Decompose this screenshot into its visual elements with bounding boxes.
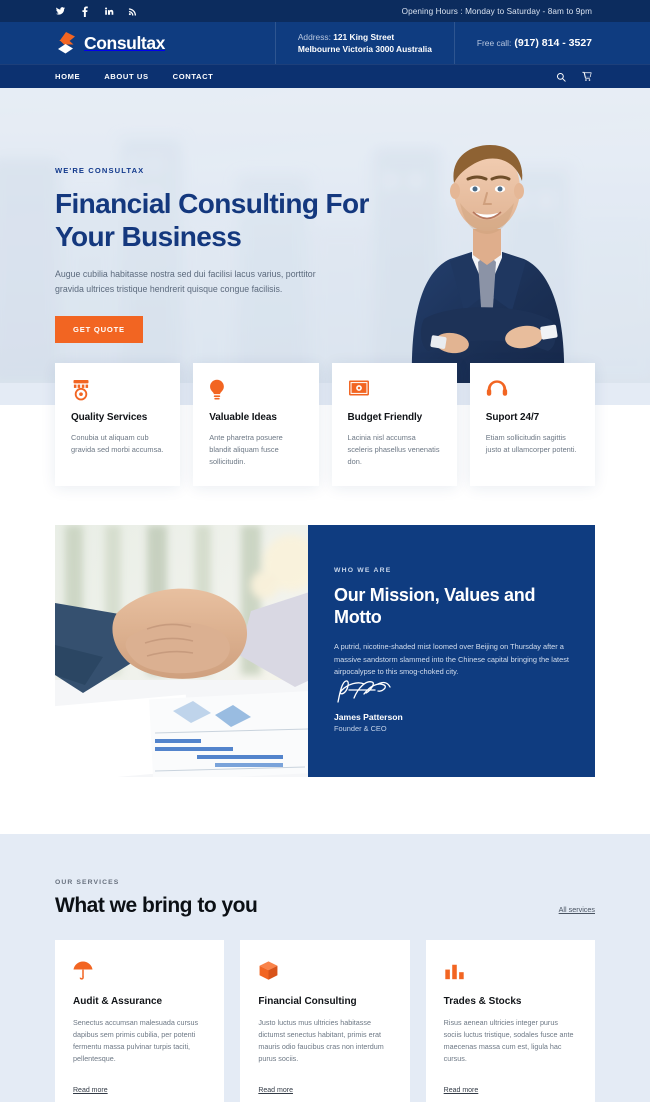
logo-text: Consultax (84, 32, 165, 53)
service-title: Audit & Assurance (73, 996, 163, 1007)
mission-section: WHO WE ARE Our Mission, Values and Motto… (0, 480, 650, 834)
feature-card-support-24-7[interactable]: Suport 24/7 Etiam sollicitudin sagittis … (469, 363, 595, 486)
box-icon (258, 960, 391, 982)
feature-card-budget-friendly[interactable]: Budget Friendly Lacinia nisl accumsa sce… (331, 363, 457, 486)
free-call-label: Free call: (476, 38, 512, 48)
feature-text: Conubia ut aliquam cub gravida sed morbi… (71, 433, 164, 454)
services-title: What we bring to you (55, 894, 258, 917)
lightbulb-icon (209, 379, 302, 401)
top-bar: Opening Hours : Monday to Saturday - 8am… (0, 0, 650, 22)
header-address: Address: 121 King Street Melbourne Victo… (274, 22, 455, 64)
feature-text: Lacinia nisl accumsa sceleris phasellus … (347, 433, 440, 466)
site-header: Consultax Address: 121 King Street Melbo… (0, 22, 650, 64)
service-cards: Audit & Assurance Senectus accumsan male… (55, 940, 595, 1102)
cart-icon[interactable] (582, 71, 592, 82)
social-links (55, 5, 138, 17)
bar-chart-icon (444, 960, 577, 982)
address-line-1: 121 King Street (333, 31, 395, 42)
hero-section: WE'RE CONSULTAX Financial Consulting For… (0, 88, 650, 383)
hero-subtitle: Augue cubilia habitasse nostra sed dui f… (55, 269, 316, 294)
linkedin-icon[interactable] (103, 6, 114, 17)
opening-hours: Opening Hours : Monday to Saturday - 8am… (401, 6, 592, 16)
feature-card-valuable-ideas[interactable]: Valuable Ideas Ante pharetra posuere bla… (193, 363, 319, 486)
mission-signature-block: James Patterson Founder & CEO (334, 678, 403, 733)
feature-title: Valuable Ideas (209, 412, 277, 423)
umbrella-icon (73, 960, 206, 982)
service-text: Senectus accumsan malesuada cursus dapib… (73, 1018, 199, 1063)
service-text: Justo luctus mus ultricies habitasse dic… (258, 1018, 384, 1063)
read-more-link[interactable]: Read more (258, 1087, 293, 1094)
feature-title: Budget Friendly (347, 412, 423, 423)
person-name: James Patterson (334, 712, 403, 722)
person-role: Founder & CEO (334, 724, 387, 733)
phone-number[interactable]: (917) 814 - 3527 (514, 37, 592, 49)
service-card-financial-consulting[interactable]: Financial Consulting Justo luctus mus ul… (240, 940, 410, 1102)
hero-eyebrow: WE'RE CONSULTAX (55, 166, 145, 175)
mission-eyebrow: WHO WE ARE (334, 567, 392, 574)
services-eyebrow: OUR SERVICES (55, 879, 120, 886)
headset-icon (486, 379, 579, 401)
nav-item-contact[interactable]: CONTACT (173, 72, 214, 81)
read-more-link[interactable]: Read more (73, 1087, 108, 1094)
mission-title: Our Mission, Values and Motto (334, 585, 536, 627)
read-more-link[interactable]: Read more (444, 1087, 479, 1094)
feature-cards-band: Quality Services Conubia ut aliquam cub … (0, 363, 650, 486)
address-line-2: Melbourne Victoria 3000 Australia (297, 44, 432, 54)
page-root: Opening Hours : Monday to Saturday - 8am… (0, 0, 650, 1102)
nav-items: HOME ABOUT US CONTACT (55, 72, 213, 81)
feature-text: Ante pharetra posuere blandit aliquam fu… (209, 433, 283, 466)
get-quote-button[interactable]: GET QUOTE (55, 316, 143, 343)
hero-content: WE'RE CONSULTAX Financial Consulting For… (55, 166, 385, 343)
services-header: OUR SERVICES What we bring to you All se… (55, 879, 595, 918)
mission-copy: WHO WE ARE Our Mission, Values and Motto… (308, 525, 595, 777)
service-card-audit-assurance[interactable]: Audit & Assurance Senectus accumsan male… (55, 940, 225, 1102)
signature-icon (334, 678, 403, 709)
main-nav: HOME ABOUT US CONTACT (0, 64, 650, 88)
header-phone: Free call: (917) 814 - 3527 (455, 22, 592, 64)
hero-title: Financial Consulting For Your Business (55, 188, 369, 252)
service-title: Financial Consulting (258, 996, 357, 1007)
nav-actions (556, 71, 592, 82)
nav-item-home[interactable]: HOME (55, 72, 80, 81)
logo[interactable]: Consultax (55, 22, 165, 64)
service-card-trades-stocks[interactable]: Trades & Stocks Risus aenean ultricies i… (425, 940, 595, 1102)
facebook-icon[interactable] (79, 5, 90, 17)
medal-icon (71, 379, 164, 401)
hero-person-photo (411, 145, 565, 383)
twitter-icon[interactable] (55, 6, 66, 17)
all-services-link[interactable]: All services (559, 905, 595, 918)
mission-block: WHO WE ARE Our Mission, Values and Motto… (55, 525, 595, 777)
money-icon (348, 379, 441, 401)
feature-title: Suport 24/7 (485, 412, 540, 423)
nav-item-about-us[interactable]: ABOUT US (104, 72, 148, 81)
feature-cards: Quality Services Conubia ut aliquam cub … (55, 363, 595, 486)
address-label: Address: (297, 31, 331, 42)
logo-mark-icon (55, 31, 77, 55)
feature-card-quality-services[interactable]: Quality Services Conubia ut aliquam cub … (55, 363, 181, 486)
handshake-photo (55, 525, 308, 777)
rss-icon[interactable] (127, 6, 138, 17)
services-section: OUR SERVICES What we bring to you All se… (0, 834, 650, 1102)
search-icon[interactable] (556, 72, 566, 82)
feature-text: Etiam sollicitudin sagittis justo at ull… (485, 433, 577, 454)
service-title: Trades & Stocks (443, 996, 522, 1007)
mission-text: A putrid, nicotine-shaded mist loomed ov… (334, 642, 569, 676)
service-text: Risus aenean ultricies integer purus soc… (443, 1018, 574, 1063)
feature-title: Quality Services (71, 412, 148, 423)
